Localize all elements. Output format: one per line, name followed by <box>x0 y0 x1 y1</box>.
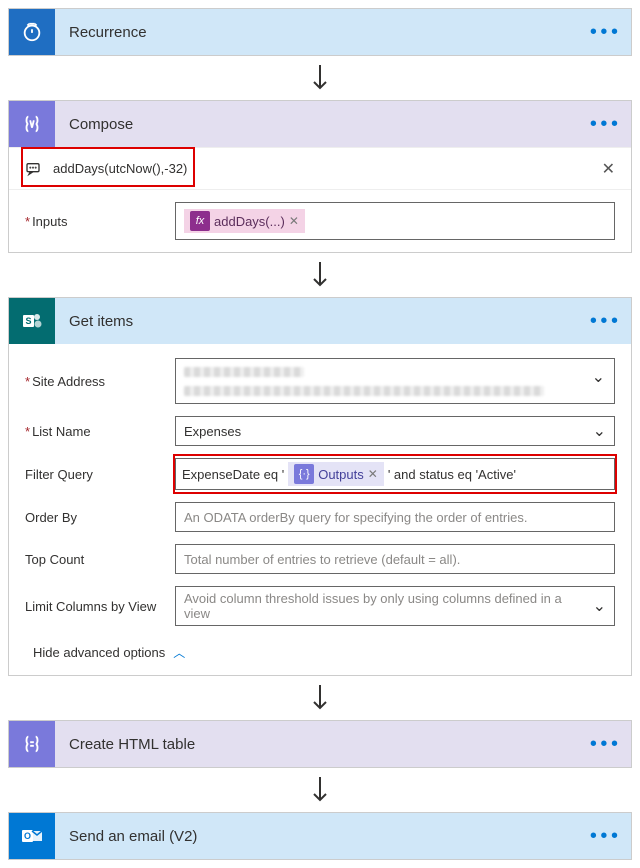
action-header[interactable]: S Get items • • • <box>9 298 631 344</box>
redacted-text <box>184 367 304 377</box>
filter-text-suffix: ' and status eq 'Active' <box>388 467 516 482</box>
action-send-email[interactable]: O Send an email (V2) • • • <box>8 812 632 860</box>
action-header[interactable]: Create HTML table • • • <box>9 721 631 767</box>
field-label: *List Name <box>25 416 175 446</box>
field-label: Limit Columns by View <box>25 586 175 626</box>
param-row-inputs: *Inputs fx addDays(...) ✕ <box>9 190 631 252</box>
action-menu-button[interactable]: • • • <box>590 310 617 333</box>
sharepoint-icon: S <box>9 298 55 344</box>
list-name-value: Expenses <box>184 424 241 439</box>
chevron-down-icon[interactable]: ⌄ <box>593 421 606 441</box>
redacted-text <box>184 386 544 396</box>
token-remove-icon[interactable]: ✕ <box>368 467 378 481</box>
placeholder-text: Avoid column threshold issues by only us… <box>184 591 587 621</box>
expression-token[interactable]: fx addDays(...) ✕ <box>184 209 305 233</box>
token-remove-icon[interactable]: ✕ <box>289 214 299 228</box>
recurrence-icon <box>9 9 55 55</box>
action-title: Compose <box>55 116 590 133</box>
chevron-down-icon[interactable]: ⌄ <box>593 596 606 616</box>
limit-columns-field[interactable]: Avoid column threshold issues by only us… <box>175 586 615 626</box>
list-name-field[interactable]: Expenses ⌄ <box>175 416 615 446</box>
action-create-html-table[interactable]: Create HTML table • • • <box>8 720 632 768</box>
order-by-field[interactable]: An ODATA orderBy query for specifying th… <box>175 502 615 532</box>
placeholder-text: Total number of entries to retrieve (def… <box>184 552 460 567</box>
param-label: *Inputs <box>25 214 175 229</box>
row-limit-columns: Limit Columns by View Avoid column thres… <box>9 580 631 632</box>
action-title: Send an email (V2) <box>55 828 590 845</box>
outputs-token[interactable]: {·} Outputs ✕ <box>288 462 384 486</box>
row-list-name: *List Name Expenses ⌄ <box>9 410 631 452</box>
token-label: Outputs <box>318 467 364 482</box>
action-menu-button[interactable]: • • • <box>590 113 617 136</box>
filter-query-field[interactable]: ExpenseDate eq ' {·} Outputs ✕ ' and sta… <box>175 458 615 490</box>
compose-icon: {·} <box>294 464 314 484</box>
expression-text: addDays(utcNow(),-32) <box>53 161 602 176</box>
action-menu-button[interactable]: • • • <box>590 825 617 848</box>
svg-text:O: O <box>24 831 31 841</box>
comment-icon <box>25 161 41 177</box>
arrow-connector <box>8 768 632 812</box>
expression-preview-bar: addDays(utcNow(),-32) ✕ <box>9 148 631 190</box>
field-label: Order By <box>25 502 175 532</box>
row-site-address: *Site Address ⌄ <box>9 344 631 410</box>
arrow-connector <box>8 253 632 297</box>
chevron-up-icon: ︿ <box>173 644 185 661</box>
hide-advanced-toggle[interactable]: Hide advanced options ︿ <box>9 632 631 675</box>
site-address-field[interactable] <box>175 358 615 404</box>
outlook-icon: O <box>9 813 55 859</box>
field-label: *Site Address <box>25 358 175 404</box>
arrow-connector <box>8 56 632 100</box>
action-menu-button[interactable]: • • • <box>590 733 617 756</box>
close-icon[interactable]: ✕ <box>602 159 615 179</box>
action-header[interactable]: Compose • • • <box>9 101 631 147</box>
field-label: Top Count <box>25 544 175 574</box>
row-order-by: Order By An ODATA orderBy query for spec… <box>9 496 631 538</box>
svg-text:S: S <box>25 316 31 326</box>
action-title: Get items <box>55 313 590 330</box>
action-compose: Compose • • • addDays(utcNow(),-32) ✕ *I… <box>8 100 632 253</box>
chevron-down-icon[interactable]: ⌄ <box>592 367 605 387</box>
hide-advanced-label: Hide advanced options <box>33 645 165 660</box>
inputs-field[interactable]: fx addDays(...) ✕ <box>175 202 615 240</box>
row-filter-query: Filter Query ExpenseDate eq ' {·} Output… <box>9 452 631 496</box>
placeholder-text: An ODATA orderBy query for specifying th… <box>184 510 527 525</box>
table-icon <box>9 721 55 767</box>
row-top-count: Top Count Total number of entries to ret… <box>9 538 631 580</box>
arrow-connector <box>8 676 632 720</box>
action-get-items: S Get items • • • *Site Address ⌄ *List … <box>8 297 632 676</box>
top-count-field[interactable]: Total number of entries to retrieve (def… <box>175 544 615 574</box>
compose-icon <box>9 101 55 147</box>
filter-text-prefix: ExpenseDate eq ' <box>182 467 284 482</box>
action-header[interactable]: O Send an email (V2) • • • <box>9 813 631 859</box>
field-label: Filter Query <box>25 458 175 490</box>
action-title: Create HTML table <box>55 736 590 753</box>
fx-icon: fx <box>190 211 210 231</box>
token-label: addDays(...) <box>214 214 285 229</box>
action-title: Recurrence <box>55 24 590 41</box>
action-recurrence[interactable]: Recurrence • • • <box>8 8 632 56</box>
action-header[interactable]: Recurrence • • • <box>9 9 631 55</box>
action-menu-button[interactable]: • • • <box>590 21 617 44</box>
